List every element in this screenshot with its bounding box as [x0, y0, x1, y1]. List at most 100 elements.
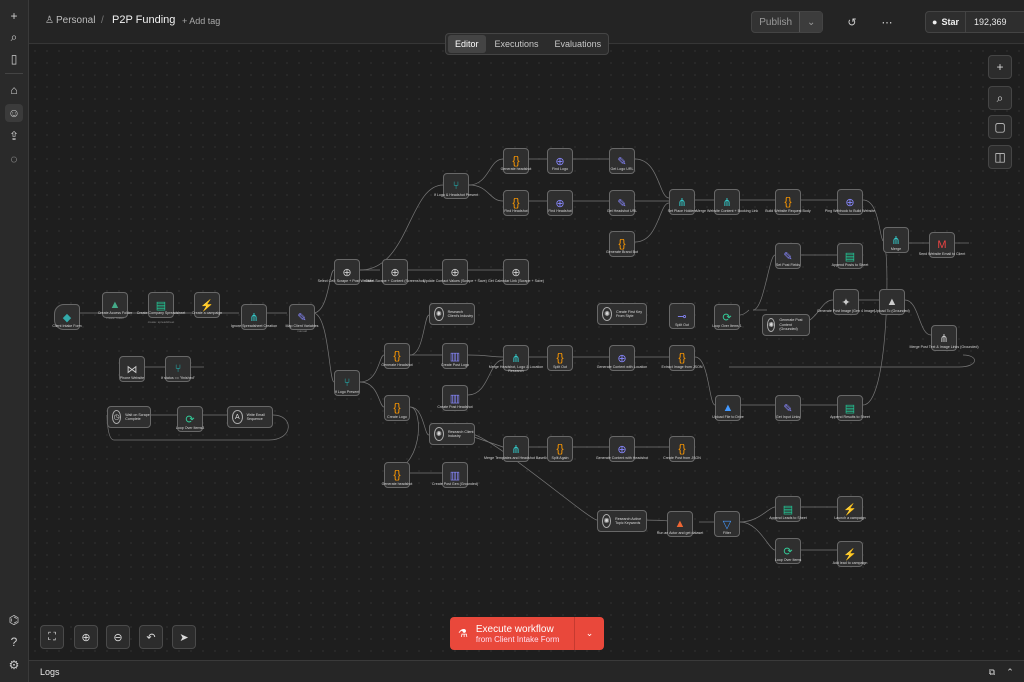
tab-executions[interactable]: Executions [488, 35, 546, 53]
github-icon: ● [932, 17, 938, 27]
if-logo-label: If Logo & Headshot Present [433, 193, 479, 197]
ai-agent-node[interactable]: ✺ Research Client's Industry [429, 303, 475, 325]
split-out-2-label: Split Out [675, 323, 689, 327]
post-webhook-label: Ping Webhook to Build Website [824, 209, 876, 213]
upload-drive-label: Upload To (Grounded) [874, 309, 910, 313]
execute-title: Execute workflow [475, 623, 554, 635]
more-options-icon[interactable]: ⋯ [878, 13, 896, 31]
github-star-count: 192,369 [973, 17, 1007, 27]
add-icon[interactable]: + [5, 7, 23, 25]
update-contact-label: Update Contact Values (Scrape + Save) [423, 279, 487, 283]
zoom-out-icon[interactable]: ⊖ [106, 625, 130, 649]
create-post-gbp-label: Create Post Gen (Grounded) [431, 482, 479, 486]
create-logo-label: Create Logo [387, 415, 407, 419]
research-client-label: Research Client Industry [447, 429, 474, 438]
set-post-fields-label: Set Post Fields [775, 263, 801, 267]
wait-node[interactable]: ◷ Wait on Scrape Complete [107, 406, 151, 428]
research-openai-label: Research Active Topic Keywords [615, 516, 642, 525]
append-row-label: Append Posts to Sheet [831, 263, 869, 267]
tidy-up-icon[interactable]: ➤ [172, 625, 196, 649]
ai-agent-node[interactable]: ✺ Research Client Industry [429, 423, 475, 445]
chevron-down-icon[interactable]: ⌄ [800, 12, 822, 32]
openai-icon: ✺ [602, 307, 613, 321]
breadcrumb-separator: / [101, 15, 104, 26]
sidebar-toggle-icon[interactable]: ▯ [5, 50, 23, 68]
search-icon[interactable]: ⌕ [5, 28, 23, 46]
home-icon[interactable]: ⌂ [5, 81, 23, 99]
sticky-note-icon[interactable]: ▢ [988, 115, 1012, 139]
add-node-button[interactable]: + [988, 55, 1012, 79]
popout-icon[interactable]: ⧉ [986, 666, 998, 678]
launch-campaign-label: Launch a campaign [834, 516, 866, 520]
execute-subtitle: from Client Intake Form [475, 634, 560, 644]
ai-agent-node[interactable]: ✺ Research Active Topic Keywords [597, 510, 647, 532]
loop-over-items-3-label: Loop Over Items3 [175, 426, 205, 430]
client-intake-label: Client Intake Form [52, 324, 82, 328]
add-leads-label: Add lead to campaign [832, 561, 868, 565]
loop-over-leads-label: Loop Over Items [774, 558, 802, 562]
get-logo-url-label: Get Logo URL [610, 167, 634, 171]
get-input-links-label: Get Input Links [775, 415, 801, 419]
workflow-canvas[interactable]: ◆ Client Intake Form ▲ Create Access Fol… [29, 45, 1024, 660]
append-results-label: Append Results to Sheet [830, 415, 870, 419]
workflow-title[interactable]: P2P Funding [112, 14, 175, 26]
create-post-headshot-label: Create Post Headshot [437, 405, 473, 409]
view-tabs: Editor Executions Evaluations [445, 33, 609, 55]
send-email-label: Send Website Email to Client [918, 252, 966, 256]
project-icon: ♙ [45, 15, 54, 26]
clock-icon: ◷ [112, 410, 122, 424]
github-star-label: Star [941, 17, 959, 27]
map-client-variables-sub: manual [297, 329, 307, 333]
help-icon[interactable]: ? [5, 633, 23, 651]
execute-workflow-button[interactable]: ⚗ Execute workflow from Client Intake Fo… [450, 617, 604, 650]
create-campaign-label: Create a campaign [191, 311, 223, 315]
chevron-up-icon[interactable]: ⌃ [1004, 666, 1016, 678]
ai-agent-node[interactable]: A Write Email Sequence [227, 406, 273, 428]
ai-agent-node[interactable]: ✺ Create First Key From Style [597, 303, 647, 325]
settings-icon[interactable]: ⚙ [5, 656, 23, 674]
fit-view-icon[interactable]: ⛶ [40, 625, 64, 649]
share-icon[interactable]: ⇪ [5, 127, 23, 145]
n8n-app: + ⌕ ▯ ⌂ ☺ ⇪ ◌ ⌬ ? ⚙ ♙ Personal / P2P Fun… [0, 0, 1024, 682]
chevron-down-icon[interactable]: ⌄ [575, 617, 604, 650]
create-first-label: Create First Key From Style [616, 309, 643, 318]
logs-panel[interactable]: Logs ⧉ ⌃ [29, 660, 1024, 682]
user-icon[interactable]: ☺ [5, 104, 23, 122]
ai-agent-node[interactable]: ✺ Generate Post Content (Grounded) [762, 314, 810, 336]
templates-icon[interactable]: ⌬ [5, 611, 23, 629]
left-rail: + ⌕ ▯ ⌂ ☺ ⇪ ◌ ⌬ ? ⚙ [0, 0, 29, 682]
flask-icon: ⚗ [458, 628, 468, 640]
logs-label: Logs [40, 667, 60, 677]
build-url-label: Build Website Request Body [765, 209, 811, 213]
search-nodes-icon[interactable]: ⌕ [988, 86, 1012, 110]
find-logo-label: Find Logo [552, 167, 568, 171]
chat-icon[interactable]: ◌ [5, 150, 23, 168]
publish-button[interactable]: Publish ⌄ [751, 11, 823, 33]
openai-icon: ✺ [602, 514, 612, 528]
filter-label: Filter [723, 531, 731, 535]
undo-icon[interactable]: ↶ [139, 625, 163, 649]
find-headshot-label-2: Find Headshot [548, 209, 572, 213]
generate-brand-bot-label: Generate Brand Bot [606, 250, 638, 254]
openai-icon: ✺ [434, 427, 444, 441]
zoom-in-icon[interactable]: ⊕ [74, 625, 98, 649]
tab-evaluations[interactable]: Evaluations [548, 35, 609, 53]
openai-icon: ✺ [434, 307, 444, 321]
merge-website-content-label: Merge Website Content + Booking Link [695, 209, 759, 213]
write-email-label: Write Email Sequence [246, 412, 265, 421]
breadcrumb-project[interactable]: Personal [56, 15, 95, 26]
merge-final-label: Merge [890, 247, 902, 251]
wait-label: Wait on Scrape Complete [125, 412, 150, 421]
panel-toggle-icon[interactable]: ◫ [988, 145, 1012, 169]
openai-client-label: Research Client's Industry [447, 309, 474, 318]
extract-json-label: Extract Image from JSON [661, 365, 703, 369]
merge-post-label: Merge Post Text & Image Links (Grounded) [909, 345, 979, 349]
add-tag-button[interactable]: + Add tag [182, 16, 220, 26]
create-company-spreadsheet-sub: create: spreadsheet [147, 320, 175, 324]
history-icon[interactable]: ↺ [843, 13, 861, 31]
create-post-json-label: Create Post from JSON [663, 456, 701, 460]
tab-editor[interactable]: Editor [448, 35, 486, 53]
append-leads-label: Append Leads to Sheet [769, 516, 807, 520]
github-star-button[interactable]: ● Star 192,369 [925, 11, 1024, 33]
openai-icon: ✺ [767, 318, 776, 332]
